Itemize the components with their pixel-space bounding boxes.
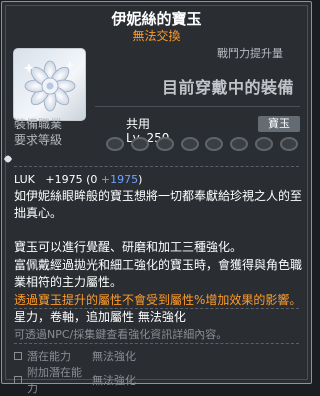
info-line-2: 富佩戴經過拋光和細工強化的寶玉時，會獲得與角色職業相符的主力屬性。 [14,258,303,289]
job-label: 裝備職業 [14,117,63,131]
potential-row: 潛在能力 無法強化 [14,348,136,364]
ring-slot [180,137,199,151]
left-ornament-icon [4,155,12,163]
bonus-potential-row: 附加潛在能力 無法強化 [14,364,136,396]
slot-badge: 寶玉 [258,116,300,132]
item-description: 如伊妮絲眼眸般的寶玉想將一切都奉獻給珍視之人的至拙真心。 [14,189,303,220]
potential-label: 潛在能力 [27,350,71,363]
ring-slot [106,137,124,151]
ring-slot [155,137,174,151]
stat-breakdown-close: ) [138,173,143,186]
info-line-1: 寶玉可以進行覺醒、研磨和加工三種強化。 [14,240,243,254]
stat-name: LUK [14,173,35,186]
level-row: 要求等級 Lv. 250 [14,131,169,148]
stat-breakdown-open: (0 [86,173,101,186]
item-tooltip: 伊妮絲的寶玉 無法交換 戰鬥力提升量 目前穿戴中的裝備 寶玉 裝備職業 共用 要… [1,1,312,395]
dashed-divider [14,343,299,344]
stat-total: +1975 [45,173,83,186]
ring-slot [230,137,249,151]
ring-slot [255,137,274,151]
job-row: 裝備職業 共用 [14,115,150,132]
stat-line: LUK +1975 (0 +1975) [14,173,142,186]
ring-slot [130,137,149,151]
warning-text: 透過寶玉提升的屬性不會受到屬性%增加效果的影響。 [14,293,302,307]
hint-text: 可透過NPC/採集鍵查看強化資訊詳細內容。 [14,328,228,341]
stat-breakdown-value: +1975 [100,173,139,186]
potential-bullet-icon [14,352,22,360]
white-jewel-flower-icon [23,60,76,112]
enhance-status: 星力，卷軸，追加屬性 無法強化 [14,310,186,324]
bonus-potential-label: 附加潛在能力 [27,366,82,395]
ring-slot [205,137,224,151]
level-label: 要求等級 [14,133,63,147]
ring-slot [279,137,298,151]
equipped-status: 目前穿戴中的裝備 [162,78,295,97]
job-value: 共用 [126,117,151,131]
combat-power-label: 戰鬥力提升量 [217,47,283,60]
trade-status: 無法交換 [132,29,181,43]
dashed-divider [14,166,299,167]
divider [95,106,300,107]
item-title: 伊妮絲的寶玉 [111,10,202,28]
equipment-slot-rings [106,137,298,153]
potential-value: 無法強化 [92,350,136,363]
bonus-potential-bullet-icon [14,376,22,384]
item-icon-frame[interactable] [13,48,86,121]
